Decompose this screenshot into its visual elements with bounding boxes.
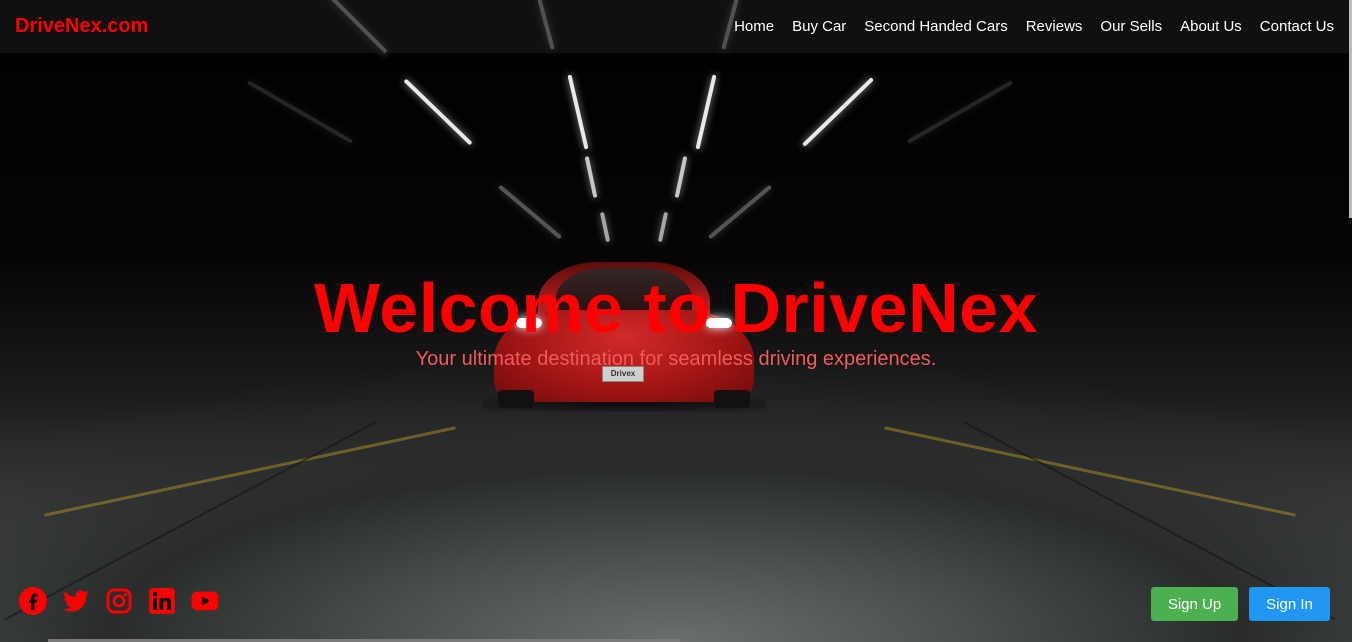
nav-link-about-us[interactable]: About Us bbox=[1180, 18, 1242, 35]
ceiling-light bbox=[567, 74, 589, 150]
ceiling-light bbox=[907, 80, 1013, 144]
ceiling-light bbox=[657, 211, 669, 243]
navbar: DriveNex.com Home Buy Car Second Handed … bbox=[0, 0, 1352, 53]
car-wheel bbox=[714, 390, 750, 408]
linkedin-icon[interactable] bbox=[148, 587, 176, 615]
ceiling-light bbox=[802, 77, 874, 147]
nav-link-second-handed-cars[interactable]: Second Handed Cars bbox=[864, 18, 1007, 35]
nav-link-buy-car[interactable]: Buy Car bbox=[792, 18, 846, 35]
youtube-icon[interactable] bbox=[191, 587, 219, 615]
nav-link-our-sells[interactable]: Our Sells bbox=[1100, 18, 1162, 35]
ceiling-light bbox=[247, 80, 353, 144]
sign-up-button[interactable]: Sign Up bbox=[1151, 587, 1238, 621]
social-links bbox=[19, 587, 219, 615]
lane-marking bbox=[44, 426, 456, 517]
nav-link-reviews[interactable]: Reviews bbox=[1026, 18, 1083, 35]
page: Drivex DriveNex.com Home Buy Car Second … bbox=[0, 0, 1352, 642]
ceiling-light bbox=[708, 184, 772, 240]
twitter-icon[interactable] bbox=[62, 587, 90, 615]
hero: Welcome to DriveNex Your ultimate destin… bbox=[0, 270, 1352, 371]
hero-title: Welcome to DriveNex bbox=[313, 269, 1039, 347]
ceiling-light bbox=[403, 78, 473, 146]
site-logo[interactable]: DriveNex.com bbox=[15, 15, 148, 38]
nav-link-contact-us[interactable]: Contact Us bbox=[1260, 18, 1334, 35]
car-wheel bbox=[498, 390, 534, 408]
nav-links: Home Buy Car Second Handed Cars Reviews … bbox=[734, 18, 1334, 35]
ceiling-light bbox=[498, 184, 562, 240]
sign-in-button[interactable]: Sign In bbox=[1249, 587, 1330, 621]
facebook-icon[interactable] bbox=[19, 587, 47, 615]
hero-subtitle: Your ultimate destination for seamless d… bbox=[415, 348, 937, 370]
nav-link-home[interactable]: Home bbox=[734, 18, 774, 35]
instagram-icon[interactable] bbox=[105, 587, 133, 615]
ceiling-light bbox=[599, 211, 611, 243]
ceiling-light bbox=[695, 74, 717, 150]
lane-marking bbox=[884, 426, 1296, 517]
auth-buttons: Sign Up Sign In bbox=[1151, 587, 1330, 621]
ceiling-light bbox=[584, 156, 598, 198]
ceiling-light bbox=[674, 156, 688, 198]
